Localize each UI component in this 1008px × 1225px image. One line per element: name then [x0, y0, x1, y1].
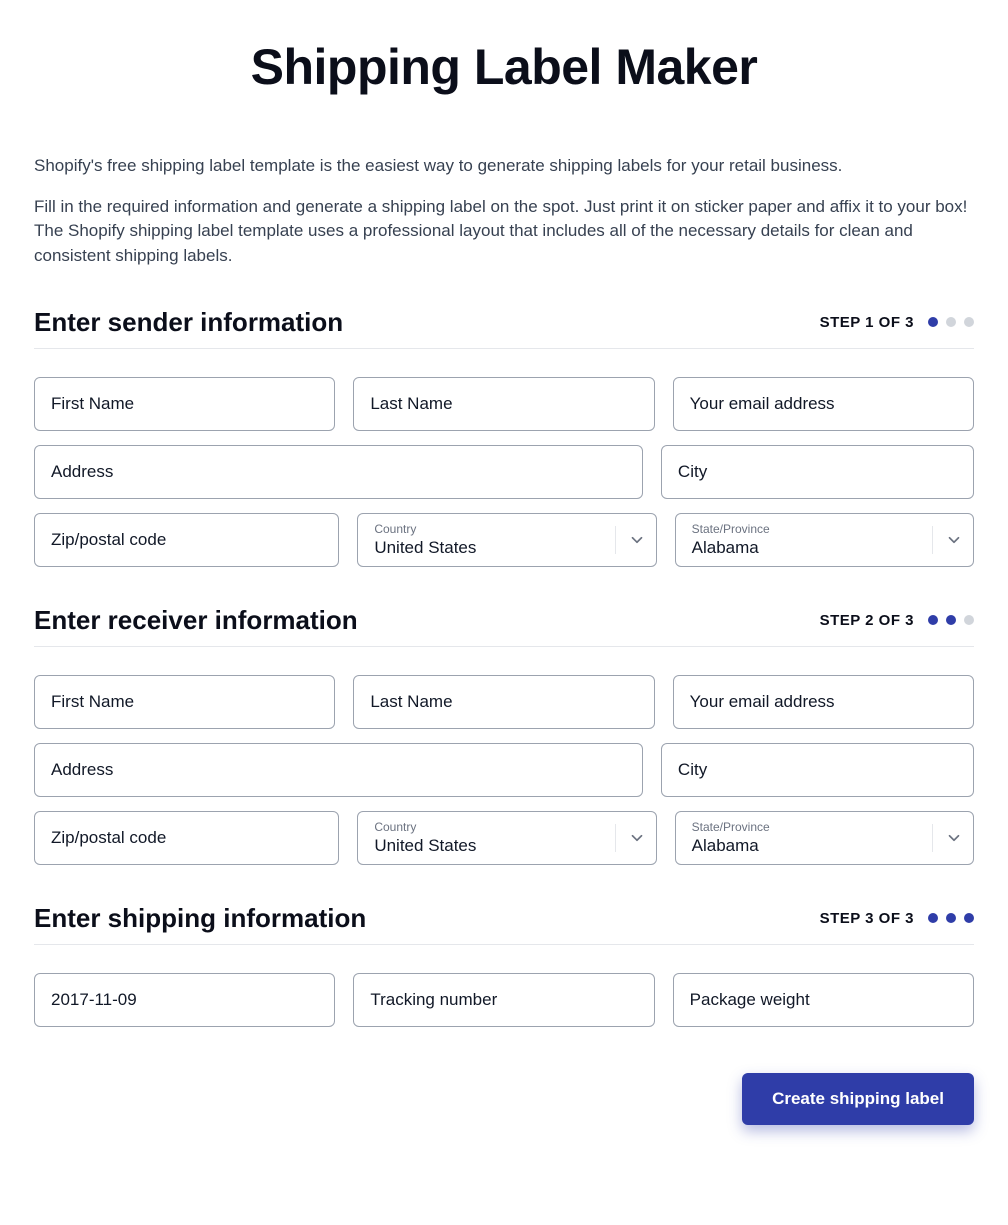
sender-country-select[interactable]: Country United States — [357, 513, 656, 567]
placeholder-text: Tracking number — [370, 990, 497, 1010]
date-value: 2017-11-09 — [51, 990, 137, 1010]
sender-state-select[interactable]: State/Province Alabama — [675, 513, 974, 567]
step-dot-1 — [928, 913, 938, 923]
placeholder-text: Address — [51, 760, 113, 780]
chevron-divider — [932, 824, 963, 852]
sender-city-input[interactable]: City — [661, 445, 974, 499]
sender-step-label: STEP 1 OF 3 — [820, 314, 914, 331]
receiver-heading: Enter receiver information — [34, 605, 358, 636]
chevron-down-icon — [945, 531, 963, 549]
page-title: Shipping Label Maker — [34, 38, 974, 96]
state-label: State/Province — [692, 820, 770, 834]
placeholder-text: Last Name — [370, 692, 452, 712]
intro-paragraph-1: Shopify's free shipping label template i… — [34, 154, 974, 179]
state-label: State/Province — [692, 522, 770, 536]
sender-email-input[interactable]: Your email address — [673, 377, 974, 431]
placeholder-text: Zip/postal code — [51, 828, 166, 848]
placeholder-text: Your email address — [690, 394, 835, 414]
receiver-section-header: Enter receiver information STEP 2 OF 3 — [34, 605, 974, 647]
receiver-last-name-input[interactable]: Last Name — [353, 675, 654, 729]
country-value: United States — [374, 836, 476, 856]
placeholder-text: Your email address — [690, 692, 835, 712]
country-label: Country — [374, 522, 476, 536]
submit-row: Create shipping label — [34, 1073, 974, 1125]
step-dot-2 — [946, 615, 956, 625]
placeholder-text: City — [678, 760, 707, 780]
receiver-zip-input[interactable]: Zip/postal code — [34, 811, 339, 865]
placeholder-text: First Name — [51, 692, 134, 712]
placeholder-text: Zip/postal code — [51, 530, 166, 550]
receiver-address-input[interactable]: Address — [34, 743, 643, 797]
sender-last-name-input[interactable]: Last Name — [353, 377, 654, 431]
sender-section: Enter sender information STEP 1 OF 3 Fir… — [34, 307, 974, 567]
country-label: Country — [374, 820, 476, 834]
receiver-first-name-input[interactable]: First Name — [34, 675, 335, 729]
intro-paragraph-2: Fill in the required information and gen… — [34, 195, 974, 269]
receiver-city-input[interactable]: City — [661, 743, 974, 797]
chevron-down-icon — [628, 531, 646, 549]
receiver-step-indicator: STEP 2 OF 3 — [820, 612, 974, 629]
sender-first-name-input[interactable]: First Name — [34, 377, 335, 431]
receiver-section: Enter receiver information STEP 2 OF 3 F… — [34, 605, 974, 865]
receiver-email-input[interactable]: Your email address — [673, 675, 974, 729]
sender-heading: Enter sender information — [34, 307, 343, 338]
chevron-down-icon — [945, 829, 963, 847]
state-value: Alabama — [692, 836, 770, 856]
step-dot-1 — [928, 615, 938, 625]
shipping-date-input[interactable]: 2017-11-09 — [34, 973, 335, 1027]
step-dot-3 — [964, 913, 974, 923]
shipping-heading: Enter shipping information — [34, 903, 366, 934]
step-dot-1 — [928, 317, 938, 327]
create-shipping-label-button[interactable]: Create shipping label — [742, 1073, 974, 1125]
chevron-divider — [615, 526, 646, 554]
step-dot-3 — [964, 317, 974, 327]
shipping-step-indicator: STEP 3 OF 3 — [820, 910, 974, 927]
sender-section-header: Enter sender information STEP 1 OF 3 — [34, 307, 974, 349]
state-value: Alabama — [692, 538, 770, 558]
chevron-down-icon — [628, 829, 646, 847]
receiver-step-label: STEP 2 OF 3 — [820, 612, 914, 629]
sender-zip-input[interactable]: Zip/postal code — [34, 513, 339, 567]
placeholder-text: First Name — [51, 394, 134, 414]
shipping-step-dots — [928, 913, 974, 923]
receiver-step-dots — [928, 615, 974, 625]
receiver-state-select[interactable]: State/Province Alabama — [675, 811, 974, 865]
step-dot-2 — [946, 913, 956, 923]
chevron-divider — [932, 526, 963, 554]
intro-block: Shopify's free shipping label template i… — [34, 154, 974, 269]
shipping-section: Enter shipping information STEP 3 OF 3 2… — [34, 903, 974, 1027]
step-dot-2 — [946, 317, 956, 327]
sender-step-dots — [928, 317, 974, 327]
sender-address-input[interactable]: Address — [34, 445, 643, 499]
country-value: United States — [374, 538, 476, 558]
receiver-country-select[interactable]: Country United States — [357, 811, 656, 865]
shipping-step-label: STEP 3 OF 3 — [820, 910, 914, 927]
package-weight-input[interactable]: Package weight — [673, 973, 974, 1027]
step-dot-3 — [964, 615, 974, 625]
shipping-section-header: Enter shipping information STEP 3 OF 3 — [34, 903, 974, 945]
placeholder-text: City — [678, 462, 707, 482]
placeholder-text: Last Name — [370, 394, 452, 414]
chevron-divider — [615, 824, 646, 852]
tracking-number-input[interactable]: Tracking number — [353, 973, 654, 1027]
placeholder-text: Package weight — [690, 990, 810, 1010]
placeholder-text: Address — [51, 462, 113, 482]
sender-step-indicator: STEP 1 OF 3 — [820, 314, 974, 331]
